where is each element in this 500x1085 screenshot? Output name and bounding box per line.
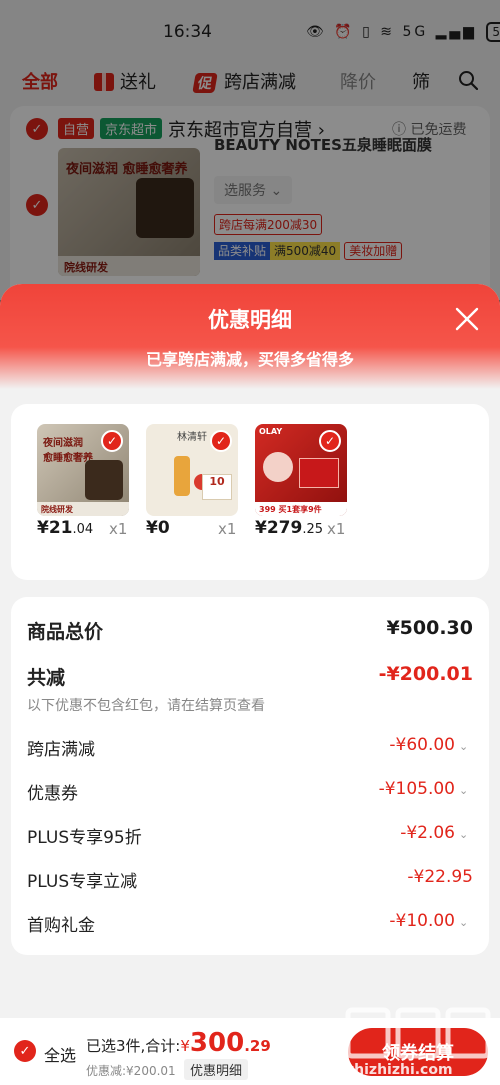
- product-quantity: x1: [327, 520, 346, 538]
- selected-products-card: 夜间滋润 愈睡愈奢养 院线研发 ✓ ¥21.04 x1 林清轩 10 ✓ ¥0 …: [11, 404, 489, 580]
- chevron-down-icon: ⌄: [459, 828, 469, 841]
- total-price-value: ¥500.30: [386, 617, 473, 639]
- discount-amount: -¥105.00: [378, 779, 455, 799]
- product-thumbnail-text: OLAY: [259, 427, 283, 436]
- product-item[interactable]: 夜间滋润 愈睡愈奢养 院线研发 ✓: [37, 424, 129, 516]
- discount-value: -¥105.00 ⌄: [379, 779, 473, 799]
- product-price: ¥21.04: [37, 518, 93, 538]
- discount-value: -¥10.00 ⌄: [389, 911, 473, 931]
- product-price-int: ¥279: [255, 518, 303, 538]
- discount-row-plus-95[interactable]: PLUS专享95折 -¥2.06 ⌄: [27, 823, 473, 853]
- discount-label: 首购礼金: [27, 916, 95, 936]
- sheet-header: 优惠明细 已享跨店满减，买得多省得多: [0, 284, 500, 389]
- check-icon: ✓: [319, 430, 341, 452]
- chevron-down-icon: ⌄: [459, 916, 469, 929]
- product-thumbnail: 林清轩 10 ✓: [146, 424, 238, 516]
- close-icon[interactable]: [454, 306, 480, 332]
- product-thumbnail-text: 夜间滋润 愈睡愈奢养: [43, 438, 93, 464]
- discount-row-coupon[interactable]: 优惠券 -¥105.00 ⌄: [27, 779, 473, 809]
- chevron-down-icon: ⌄: [459, 740, 469, 753]
- total-reduction-row: 共减 -¥200.01: [27, 663, 473, 693]
- selected-summary: 已选3件,合计:¥300.29: [86, 1028, 271, 1058]
- discount-amount: -¥2.06: [400, 823, 455, 843]
- chevron-down-icon: ⌄: [459, 784, 469, 797]
- select-all-checkbox[interactable]: ✓: [14, 1040, 36, 1062]
- discount-detail-sheet: 优惠明细 已享跨店满减，买得多省得多 夜间滋润 愈睡愈奢养 院线研发 ✓ ¥21…: [0, 284, 500, 1085]
- total-reduction-label: 共减: [27, 667, 66, 689]
- total-reduction-value: -¥200.01: [378, 663, 473, 685]
- total-amount-int: 300: [189, 1028, 245, 1058]
- product-quantity: x1: [109, 520, 128, 538]
- discount-row-plus-instant: PLUS专享立减 -¥22.95: [27, 867, 473, 897]
- total-amount-currency: ¥: [180, 1037, 190, 1055]
- product-thumbnail: 夜间滋润 愈睡愈奢养 院线研发 ✓: [37, 424, 129, 516]
- check-icon: ✓: [210, 430, 232, 452]
- total-amount: ¥300.29: [180, 1028, 271, 1058]
- discount-detail-button[interactable]: 优惠明细: [184, 1059, 249, 1080]
- selected-summary-text: 已选3件,合计:: [86, 1037, 181, 1055]
- product-thumbnail-jar: [85, 460, 123, 500]
- product-thumbnail-bar-text: 买1套享9件: [278, 505, 322, 514]
- discount-note: 以下优惠不包含红包，请在结算页查看: [27, 698, 265, 714]
- price-breakdown-card: 商品总价 ¥500.30 共减 -¥200.01 以下优惠不包含红包，请在结算页…: [11, 597, 489, 955]
- sheet-title: 优惠明细: [208, 308, 292, 332]
- discount-label: PLUS专享立减: [27, 872, 138, 892]
- discount-amount: -¥22.95: [407, 867, 473, 887]
- product-thumbnail-badge: 10: [202, 474, 232, 500]
- sheet-subtitle: 已享跨店满减，买得多省得多: [145, 350, 354, 369]
- product-price: ¥279.25: [255, 518, 323, 538]
- discount-row-first-purchase[interactable]: 首购礼金 -¥10.00 ⌄: [27, 911, 473, 941]
- discount-summary: 优惠减:¥200.01: [86, 1064, 176, 1078]
- product-thumbnail: OLAY 399 买1套享9件 ✓: [255, 424, 347, 516]
- select-all-label[interactable]: 全选: [44, 1042, 76, 1066]
- product-thumbnail-box: [299, 458, 339, 488]
- product-quantity: x1: [218, 520, 237, 538]
- product-thumbnail-bar: 399 买1套享9件: [255, 502, 347, 516]
- total-price-label: 商品总价: [27, 621, 104, 643]
- watermark-text: zhizhizhi.com: [346, 1062, 453, 1078]
- product-price-dec: .25: [302, 522, 324, 537]
- total-price-row: 商品总价 ¥500.30: [27, 617, 473, 647]
- product-price-dec: .04: [72, 522, 94, 537]
- discount-value: -¥2.06 ⌄: [400, 823, 473, 843]
- discount-amount: -¥60.00: [389, 735, 455, 755]
- discount-row-cross-store[interactable]: 跨店满减 -¥60.00 ⌄: [27, 735, 473, 765]
- discount-label: 跨店满减: [27, 740, 95, 760]
- discount-amount: -¥10.00: [389, 911, 455, 931]
- product-thumbnail-bottle: [174, 456, 190, 496]
- product-item[interactable]: 林清轩 10 ✓: [146, 424, 238, 516]
- product-item[interactable]: OLAY 399 买1套享9件 ✓: [255, 424, 347, 516]
- discount-value: -¥22.95: [407, 867, 473, 887]
- check-icon: ✓: [101, 430, 123, 452]
- product-price: ¥0: [146, 518, 170, 538]
- total-amount-dec: .29: [244, 1037, 271, 1055]
- product-price-int: ¥21: [37, 518, 73, 538]
- product-price-int: ¥0: [146, 518, 170, 538]
- discount-value: -¥60.00 ⌄: [389, 735, 473, 755]
- discount-label: 优惠券: [27, 784, 78, 804]
- product-thumbnail-jar: [263, 452, 293, 482]
- product-thumbnail-bar: 院线研发: [37, 502, 129, 516]
- product-thumbnail-price: 399: [259, 505, 276, 514]
- discount-label: PLUS专享95折: [27, 828, 142, 848]
